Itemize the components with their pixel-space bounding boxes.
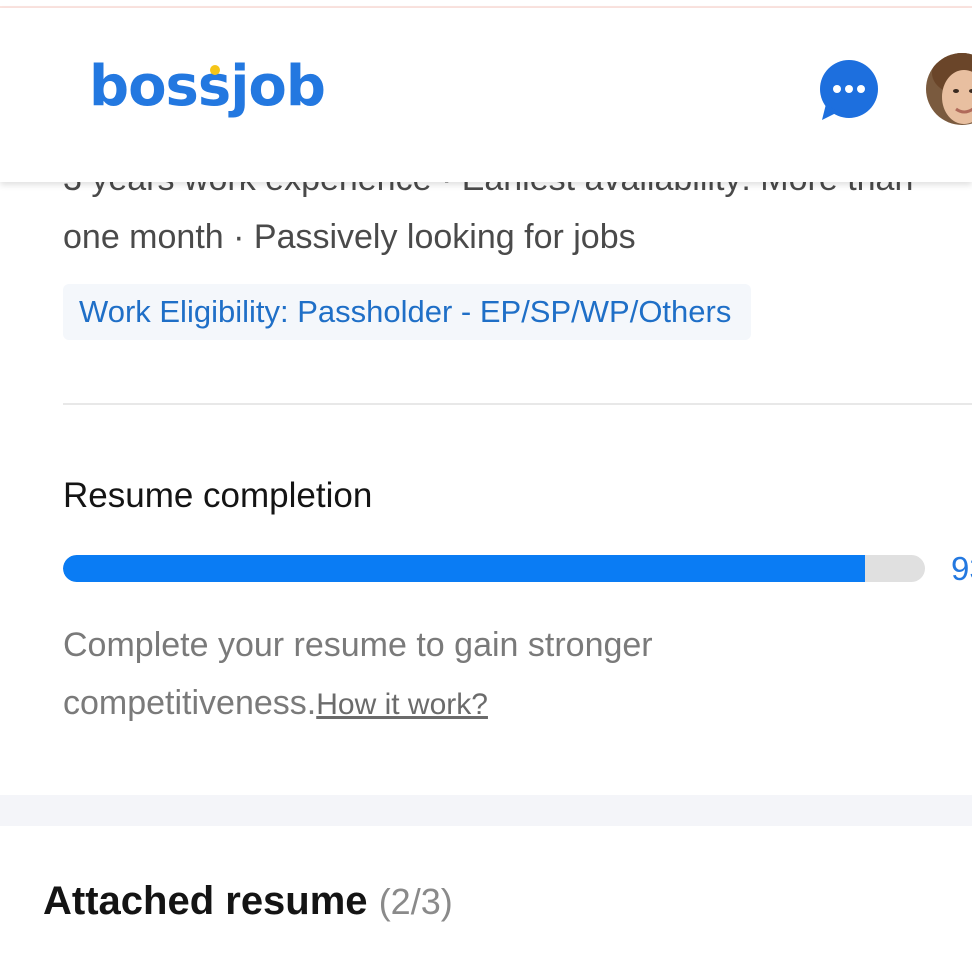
- avatar[interactable]: [926, 53, 972, 125]
- attached-resume-count: (2/3): [378, 881, 453, 922]
- bossjob-logo[interactable]: bossjob: [89, 54, 326, 119]
- top-edge: [0, 0, 972, 8]
- work-eligibility-tag: Work Eligibility: Passholder - EP/SP/WP/…: [63, 284, 751, 340]
- avatar-image: [926, 53, 972, 125]
- logo-dot: [210, 65, 220, 75]
- app-header: bossjob: [0, 8, 972, 182]
- resume-progress-bar: [63, 555, 925, 582]
- attached-resume-heading: Attached resume (2/3): [43, 879, 453, 924]
- profile-meta-line: one month · Passively looking for jobs: [63, 218, 636, 256]
- resume-completion-title: Resume completion: [63, 476, 373, 515]
- resume-progress-fill: [63, 555, 865, 582]
- resume-progress-percent: 93%: [951, 550, 972, 587]
- chat-bubble-icon: [820, 60, 878, 120]
- divider: [63, 403, 972, 405]
- how-it-work-link[interactable]: How it work?: [316, 688, 488, 721]
- attached-resume-title: Attached resume: [43, 879, 368, 923]
- section-separator: [0, 795, 972, 826]
- chat-button[interactable]: [818, 60, 880, 122]
- resume-hint: Complete your resume to gain stronger co…: [63, 616, 763, 734]
